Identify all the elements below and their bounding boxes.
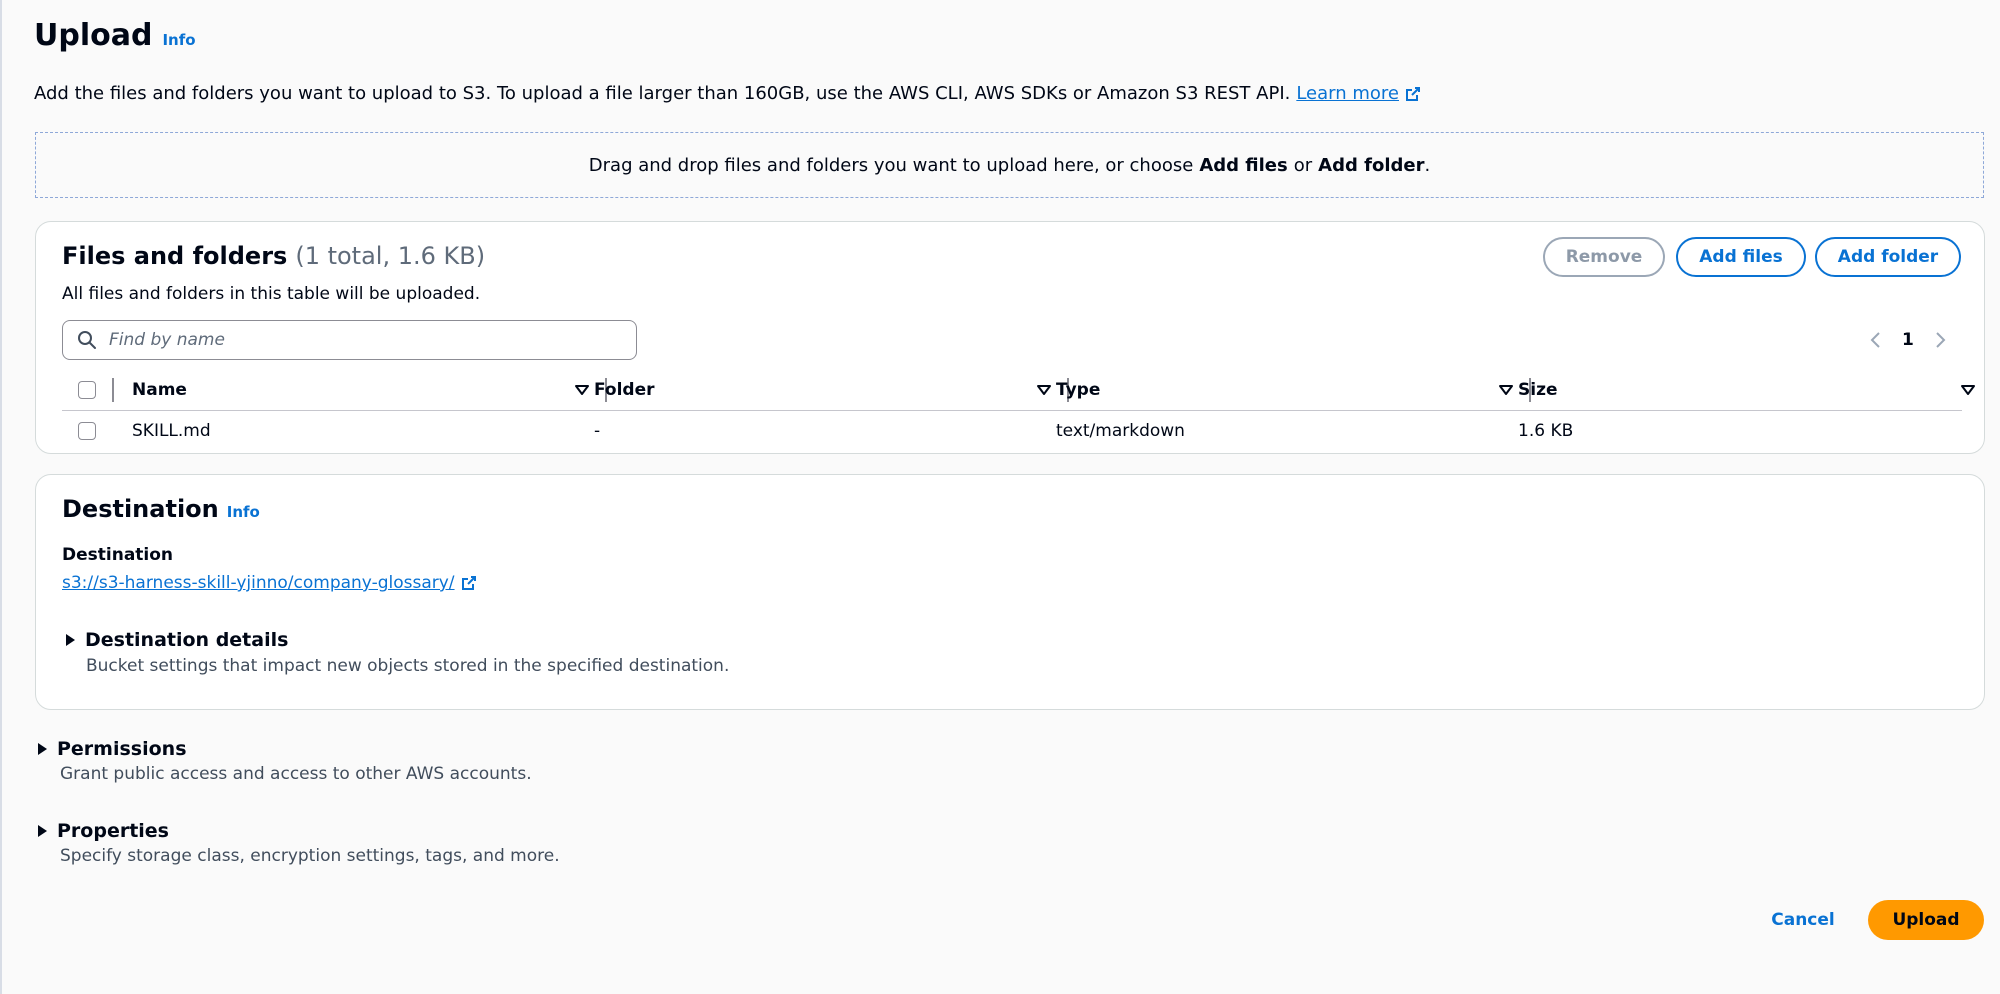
dropzone-text: Drag and drop files and folders you want… (588, 154, 1194, 176)
intro-text: Add the files and folders you want to up… (34, 83, 1421, 104)
permissions-expander[interactable]: Permissions (38, 738, 187, 760)
cell-size: 1.6 KB (1518, 421, 1574, 441)
cell-name: SKILL.md (132, 421, 211, 441)
sort-icon[interactable] (1960, 382, 1976, 398)
caret-right-icon (38, 825, 47, 837)
row-select-cell (78, 411, 96, 451)
search-input[interactable] (107, 329, 611, 351)
column-divider (112, 378, 114, 402)
pagination: 1 (1864, 328, 1952, 352)
learn-more-link[interactable]: Learn more (1296, 83, 1399, 104)
column-header-type[interactable]: Type (1056, 370, 1100, 410)
table-header: Name Folder Type Size (62, 370, 1975, 411)
dropzone-or: or (1293, 154, 1313, 176)
upload-page: Upload Info Add the files and folders yo… (0, 0, 2000, 994)
add-folder-button[interactable]: Add folder (1815, 237, 1961, 277)
select-all-checkbox[interactable] (78, 381, 96, 399)
info-link[interactable]: Info (162, 31, 195, 49)
sort-icon[interactable] (1498, 382, 1514, 398)
properties-label: Properties (57, 820, 169, 842)
destination-details-desc: Bucket settings that impact new objects … (86, 656, 730, 676)
chevron-right-icon[interactable] (1928, 328, 1952, 352)
files-count: (1 total, 1.6 KB) (295, 242, 486, 270)
column-header-folder[interactable]: Folder (594, 370, 655, 410)
sort-icon[interactable] (1036, 382, 1052, 398)
destination-uri: s3://s3-harness-skill-yjinno/company-glo… (62, 573, 477, 593)
sort-icon[interactable] (574, 382, 590, 398)
dropzone-add-folder: Add folder (1318, 154, 1425, 176)
caret-right-icon (38, 743, 47, 755)
row-checkbox[interactable] (78, 422, 96, 440)
permissions-label: Permissions (57, 738, 187, 760)
destination-title: Destination (62, 495, 219, 523)
intro-description: Add the files and folders you want to up… (34, 83, 1291, 104)
cancel-button[interactable]: Cancel (1765, 901, 1841, 939)
page-number[interactable]: 1 (1902, 330, 1914, 350)
destination-heading: Destination Info (62, 495, 260, 523)
cell-type: text/markdown (1056, 421, 1185, 441)
add-files-button[interactable]: Add files (1676, 237, 1806, 277)
files-table: Name Folder Type Size SKILL.md - text/ma… (62, 370, 1975, 451)
cell-folder: - (594, 421, 601, 441)
drop-zone[interactable]: Drag and drop files and folders you want… (35, 132, 1984, 198)
table-row: SKILL.md - text/markdown 1.6 KB (62, 411, 1962, 451)
files-panel-title: Files and folders (62, 242, 288, 270)
search-box (62, 320, 637, 360)
destination-field-label: Destination (62, 545, 174, 565)
chevron-left-icon[interactable] (1864, 328, 1888, 352)
destination-panel: Destination Info Destination s3://s3-har… (35, 474, 1985, 710)
upload-button[interactable]: Upload (1868, 900, 1984, 940)
select-all-cell (78, 370, 96, 410)
files-panel-description: All files and folders in this table will… (62, 284, 481, 304)
page-header: Upload Info (34, 18, 196, 53)
destination-uri-link[interactable]: s3://s3-harness-skill-yjinno/company-glo… (62, 573, 455, 593)
properties-desc: Specify storage class, encryption settin… (60, 846, 560, 866)
properties-expander[interactable]: Properties (38, 820, 169, 842)
column-header-size[interactable]: Size (1518, 370, 1558, 410)
remove-button[interactable]: Remove (1543, 237, 1665, 277)
column-header-name[interactable]: Name (132, 370, 187, 410)
search-icon (78, 331, 96, 349)
caret-right-icon (66, 634, 75, 646)
destination-info-link[interactable]: Info (227, 503, 260, 521)
page-title: Upload (34, 18, 153, 53)
permissions-desc: Grant public access and access to other … (60, 764, 532, 784)
files-and-folders-panel: Files and folders (1 total, 1.6 KB) All … (35, 221, 1985, 454)
destination-details-expander[interactable]: Destination details (66, 629, 288, 651)
external-link-icon[interactable] (461, 575, 477, 591)
dropzone-add-files: Add files (1199, 154, 1288, 176)
destination-details-label: Destination details (85, 629, 289, 651)
files-panel-heading: Files and folders (1 total, 1.6 KB) (62, 242, 485, 270)
external-link-icon[interactable] (1405, 86, 1421, 102)
dropzone-period: . (1424, 154, 1431, 176)
